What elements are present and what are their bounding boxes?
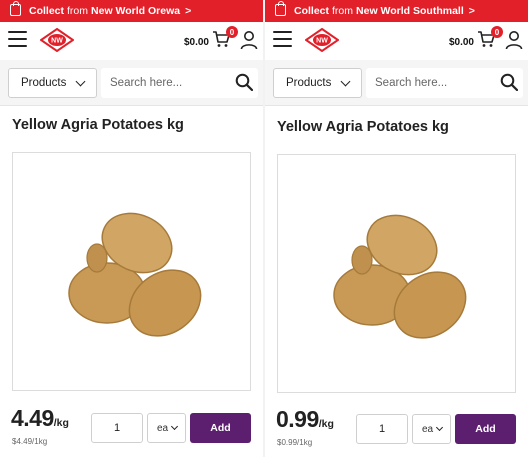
- product-title: Yellow Agria Potatoes kg: [277, 119, 449, 135]
- collect-label: Collect: [29, 5, 65, 17]
- store-name: New World Southmall: [356, 5, 464, 17]
- hamburger-menu-icon[interactable]: [8, 31, 27, 47]
- store-name: New World Orewa: [91, 5, 181, 17]
- search-bar: Products: [265, 60, 528, 106]
- screenshot-panel-right: Collect from New World Southmall > NW $0…: [265, 0, 528, 457]
- search-icon[interactable]: [235, 73, 253, 91]
- quantity-input[interactable]: [91, 413, 143, 443]
- chevron-down-icon: [435, 423, 444, 432]
- collect-store-banner[interactable]: Collect from New World Orewa >: [0, 0, 263, 22]
- cart-count-badge: 0: [491, 26, 503, 38]
- unit-price: $4.49/1kg: [12, 437, 48, 446]
- product-image[interactable]: [277, 154, 516, 393]
- from-label: from: [67, 5, 89, 17]
- hamburger-menu-icon[interactable]: [273, 31, 292, 47]
- top-navigation: NW $0.00 0: [265, 22, 528, 60]
- price-amount: 0.99: [276, 406, 319, 432]
- price-unit: /kg: [318, 418, 334, 430]
- add-to-cart-button[interactable]: Add: [455, 414, 516, 444]
- chevron-down-icon: [170, 422, 179, 431]
- products-label: Products: [21, 77, 67, 89]
- new-world-logo[interactable]: NW: [305, 28, 339, 52]
- products-dropdown[interactable]: Products: [8, 68, 97, 98]
- svg-text:NW: NW: [51, 38, 63, 45]
- user-icon[interactable]: [505, 30, 523, 50]
- cart-total: $0.00: [183, 37, 209, 48]
- search-icon[interactable]: [500, 73, 518, 91]
- user-icon[interactable]: [240, 30, 258, 50]
- chevron-down-icon: [340, 76, 351, 87]
- unit-price: $0.99/1kg: [277, 438, 313, 447]
- from-label: from: [332, 5, 354, 17]
- collect-store-banner[interactable]: Collect from New World Southmall >: [265, 0, 528, 22]
- shopping-bag-icon: [275, 1, 286, 16]
- top-navigation: NW $0.00 0: [0, 22, 263, 60]
- quantity-input[interactable]: [356, 414, 408, 444]
- svg-text:NW: NW: [316, 38, 328, 45]
- collect-label: Collect: [294, 5, 330, 17]
- price-amount: 4.49: [11, 405, 54, 431]
- uom-value: ea: [157, 422, 169, 434]
- cart-total: $0.00: [448, 37, 474, 48]
- products-dropdown[interactable]: Products: [273, 68, 362, 98]
- screenshot-panel-left: Collect from New World Orewa > NW $0.00 …: [0, 0, 263, 457]
- search-bar: Products: [0, 60, 263, 106]
- product-image[interactable]: [12, 152, 251, 391]
- new-world-logo[interactable]: NW: [40, 28, 74, 52]
- shopping-bag-icon: [10, 1, 21, 16]
- chevron-right-icon: >: [468, 5, 475, 17]
- product-title: Yellow Agria Potatoes kg: [12, 117, 184, 133]
- product-price: 4.49/kg: [11, 405, 69, 432]
- products-label: Products: [286, 77, 332, 89]
- potatoes-image: [68, 212, 202, 337]
- chevron-right-icon: >: [185, 5, 192, 17]
- potatoes-image: [333, 214, 467, 339]
- unit-of-measure-select[interactable]: ea: [147, 413, 186, 443]
- add-to-cart-button[interactable]: Add: [190, 413, 251, 443]
- unit-of-measure-select[interactable]: ea: [412, 414, 451, 444]
- cart-count-badge: 0: [226, 26, 238, 38]
- chevron-down-icon: [75, 76, 86, 87]
- price-unit: /kg: [53, 417, 69, 429]
- product-price: 0.99/kg: [276, 406, 334, 433]
- uom-value: ea: [422, 423, 434, 435]
